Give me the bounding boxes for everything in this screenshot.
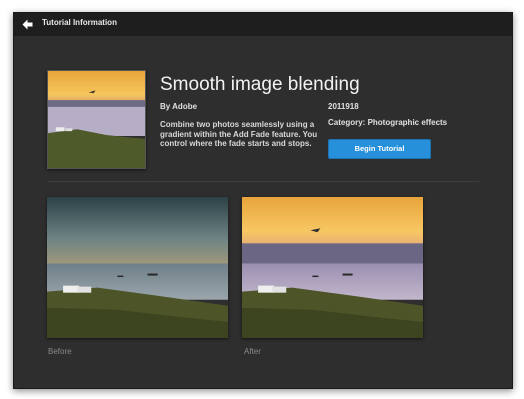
before-caption: Before bbox=[48, 347, 72, 356]
category-label: Category: Photographic effects bbox=[328, 118, 448, 127]
back-arrow-icon[interactable] bbox=[21, 18, 34, 31]
tutorial-thumbnail bbox=[47, 70, 146, 169]
tutorial-window: Tutorial Information Smooth image blendi… bbox=[13, 12, 513, 389]
tutorial-title: Smooth image blending bbox=[160, 74, 360, 95]
begin-tutorial-button[interactable]: Begin Tutorial bbox=[328, 139, 431, 159]
section-divider bbox=[47, 181, 479, 182]
after-image bbox=[242, 197, 423, 338]
before-image bbox=[47, 197, 228, 338]
after-caption: After bbox=[244, 347, 261, 356]
tutorial-description: Combine two photos seamlessly using a gr… bbox=[160, 120, 318, 148]
tutorial-id: 2011918 bbox=[328, 102, 359, 111]
author-label: By Adobe bbox=[160, 102, 198, 111]
page-title: Tutorial Information bbox=[42, 18, 117, 27]
top-bar: Tutorial Information bbox=[14, 13, 512, 36]
